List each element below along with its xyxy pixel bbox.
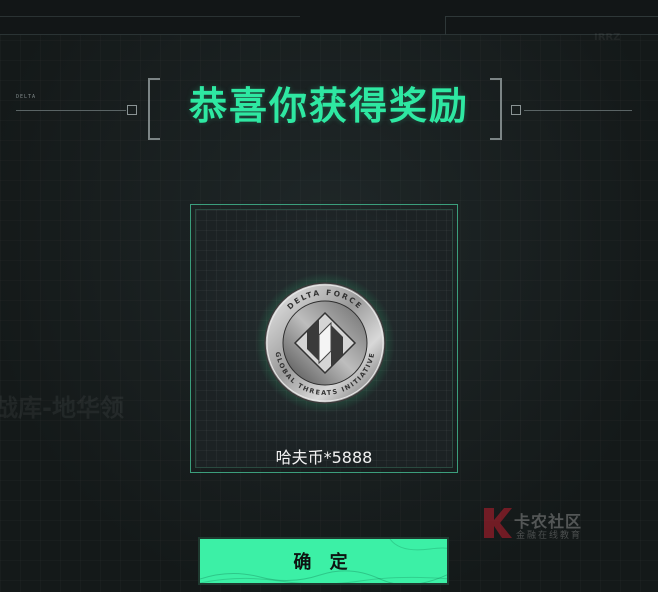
watermark-subtitle: 金融在线教育 — [516, 531, 583, 541]
top-bar-left-tab — [0, 16, 300, 35]
confirm-button-label: 确 定 — [293, 552, 354, 573]
top-bar — [0, 0, 658, 35]
deco-line-left — [16, 110, 126, 111]
watermark-logo-icon — [484, 508, 512, 538]
deco-square-left-icon — [127, 105, 137, 115]
reward-label: 哈夫币*5888 — [275, 448, 373, 467]
background-faded-text: 战库-地华领 — [0, 394, 124, 422]
watermark: 卡农社区 金融在线教育 — [482, 506, 612, 546]
reward-title: 恭喜你获得奖励 — [188, 84, 469, 128]
deco-micro-label-left: DELTA — [16, 94, 37, 100]
reward-card: DELTA FORCE GLOBAL THREATS INITIATIVE 哈夫… — [190, 204, 458, 473]
confirm-button[interactable]: 确 定 — [198, 537, 449, 585]
haf-coin-icon: DELTA FORCE GLOBAL THREATS INITIATIVE — [255, 273, 395, 413]
top-bar-right-tab — [445, 16, 658, 35]
background-micro-text-right: IRRZ — [594, 32, 621, 43]
deco-square-right-icon — [511, 105, 521, 115]
reward-card-inner: DELTA FORCE GLOBAL THREATS INITIATIVE 哈夫… — [195, 209, 453, 468]
deco-line-right — [524, 110, 632, 111]
